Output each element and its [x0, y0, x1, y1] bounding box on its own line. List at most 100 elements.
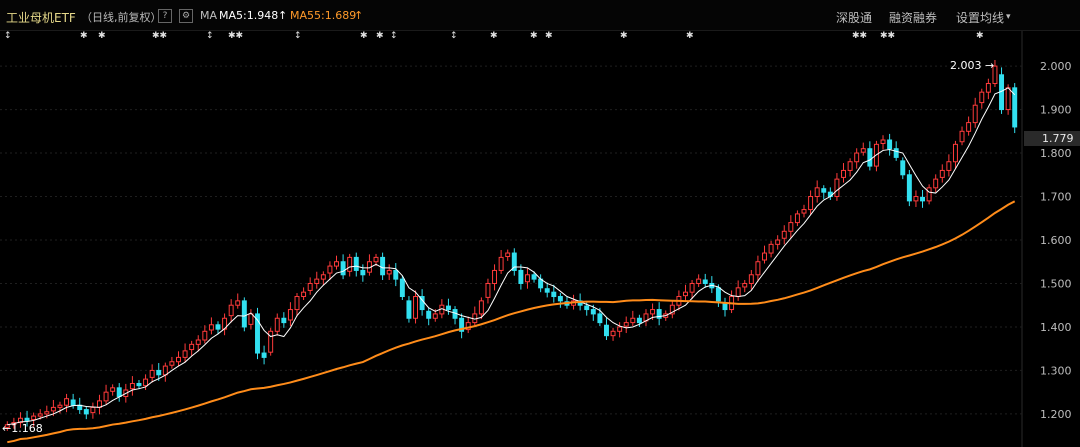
fund-title[interactable]: 工业母机ETF [6, 9, 76, 26]
candle-down [920, 196, 926, 202]
header-divider [0, 30, 1080, 31]
candle-up [492, 269, 498, 284]
candle-up [959, 130, 965, 143]
candle-up [939, 169, 945, 178]
candle-down [584, 305, 590, 311]
candle-down [281, 317, 287, 324]
candle-up [90, 406, 96, 414]
arrow-up-icon: ↑ [354, 9, 364, 22]
candle-up [860, 148, 866, 153]
ma-settings-button[interactable]: 设置均线 [956, 9, 1004, 26]
candle-up [307, 282, 313, 291]
candle-up [979, 91, 985, 104]
candle-down [380, 256, 386, 276]
ma55-value: MA55:1.689 [290, 9, 357, 22]
high-price-label: 2.003 → [950, 59, 994, 72]
candle-up [834, 178, 840, 198]
candle-down [821, 188, 827, 193]
candle-up [50, 406, 56, 412]
candle-down [406, 300, 412, 319]
candle-up [327, 265, 333, 274]
event-marker-icon: ✱ [80, 31, 88, 41]
candle-up [386, 269, 392, 275]
candle-up [182, 350, 188, 358]
candle-up [650, 309, 656, 315]
event-marker-icon: ✱ [98, 31, 106, 41]
candle-up [808, 196, 814, 211]
candle-up [162, 365, 168, 376]
ma-label: MA [200, 9, 218, 22]
event-marker-icon: ↕ [294, 31, 302, 41]
y-tick-label: 1.600 [1040, 234, 1072, 247]
candle-up [933, 178, 939, 189]
ma55-line [7, 200, 1016, 444]
y-tick-label: 1.700 [1040, 191, 1072, 204]
candle-down [867, 148, 873, 167]
event-marker-icon: ✱✱ [852, 31, 867, 41]
event-marker-icon: ↕ [206, 31, 214, 41]
current-price-tag: 1.779 [1024, 131, 1080, 146]
event-marker-icon: ↕ [4, 31, 12, 41]
candle-up [788, 222, 794, 232]
candle-up [926, 187, 932, 202]
candle-up [195, 339, 201, 345]
event-marker-icon: ↕ [390, 31, 398, 41]
candle-up [610, 330, 616, 337]
event-marker-icon: ✱✱ [880, 31, 895, 41]
candle-up [248, 313, 254, 325]
candle-down [445, 305, 451, 311]
event-marker-icon: ✱ [530, 31, 538, 41]
candle-down [551, 291, 557, 298]
candle-up [966, 122, 972, 132]
event-marker-icon: ✱ [376, 31, 384, 41]
event-marker-icon: ✱✱ [152, 31, 167, 41]
shenguton-button[interactable]: 深股通 [836, 9, 872, 26]
candle-up [208, 324, 214, 331]
candle-up [1005, 87, 1011, 111]
candle-up [775, 239, 781, 245]
candle-up [373, 256, 379, 263]
candle-down [597, 313, 603, 324]
candle-up [880, 139, 886, 144]
event-marker-icon: ✱ [620, 31, 628, 41]
candle-up [274, 317, 280, 332]
candle-up [103, 391, 109, 402]
candle-up [952, 143, 958, 163]
candle-up [623, 322, 629, 327]
candle-up [149, 369, 155, 378]
candle-down [544, 288, 550, 293]
candle-up [228, 304, 234, 317]
candle-up [31, 415, 37, 421]
candle-up [841, 169, 846, 178]
candle-down [900, 160, 906, 176]
gear-icon[interactable]: ⚙ [179, 9, 193, 23]
candle-up [485, 282, 491, 298]
y-tick-label: 1.300 [1040, 364, 1072, 377]
y-tick-label: 1.400 [1040, 321, 1072, 334]
candle-up [735, 287, 741, 298]
candle-down [893, 148, 899, 158]
candle-up [689, 282, 695, 293]
candle-up [913, 196, 919, 202]
candle-up [110, 387, 116, 392]
candle-up [985, 82, 991, 93]
candle-down [215, 324, 221, 330]
y-tick-label: 1.800 [1040, 147, 1072, 160]
candle-up [742, 282, 748, 288]
y-tick-label: 1.900 [1040, 104, 1072, 117]
candle-up [755, 261, 761, 276]
help-icon[interactable]: ? [158, 9, 172, 23]
candle-up [768, 243, 774, 254]
margin-trading-button[interactable]: 融资融券 [889, 9, 937, 26]
candle-up [498, 256, 504, 271]
candle-up [287, 309, 293, 321]
candle-up [320, 274, 326, 280]
candle-up [847, 161, 853, 171]
candle-down [24, 417, 30, 421]
event-marker-icon: ✱ [976, 31, 984, 41]
candle-up [202, 330, 208, 341]
chevron-down-icon[interactable]: ▾ [1006, 12, 1011, 22]
candle-up [334, 261, 339, 267]
candle-down [136, 382, 142, 387]
candle-up [683, 291, 688, 297]
